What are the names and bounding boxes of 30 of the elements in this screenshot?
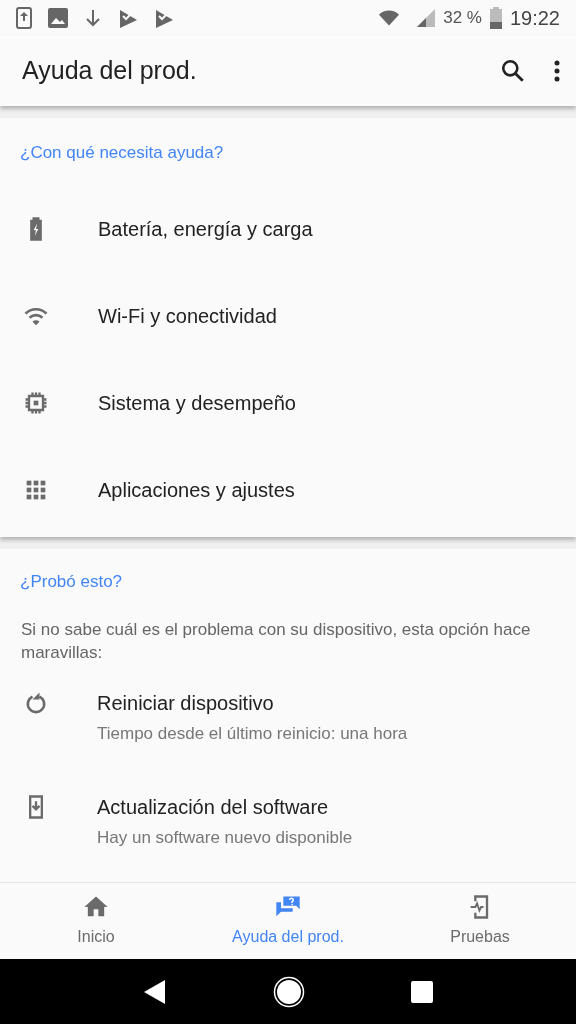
nav-tab[interactable]: Inicio	[0, 883, 192, 960]
upload-icon	[16, 6, 32, 29]
download-icon	[84, 7, 102, 28]
suggestion-subtitle: Tiempo desde el último reinicio: una hora	[97, 723, 408, 746]
battery-icon	[489, 6, 502, 29]
help-topic-item[interactable]: Wi-Fi y conectividad	[0, 272, 576, 360]
more-options-icon[interactable]	[554, 59, 560, 82]
check-flag-icon	[118, 7, 138, 28]
battery-percent: 32 %	[443, 6, 482, 29]
section-description: Si no sabe cuál es el problema con su dispositivo, esta opción hace maravillas:	[20, 619, 532, 665]
help-topic-item[interactable]: Aplicaciones y ajustes	[0, 446, 576, 534]
suggestion-subtitle: Hay un software nuevo disponible	[97, 827, 353, 850]
signal-icon	[417, 8, 436, 27]
search-icon[interactable]	[500, 57, 526, 84]
check-flag-icon	[154, 7, 174, 28]
section-heading: ¿Probó esto?	[19, 570, 124, 593]
app-title: Ayuda del prod.	[22, 55, 198, 87]
suggestion-item[interactable]: Reiniciar dispositivo Tiempo desde el último reinicio: una hora	[0, 674, 576, 779]
suggestion-title: Actualización del software	[97, 795, 330, 821]
suggestion-title: Reiniciar dispositivo	[97, 691, 275, 717]
section-heading: ¿Con qué necesita ayuda?	[19, 142, 225, 165]
nav-tab[interactable]: Pruebas	[384, 883, 576, 960]
recents-icon[interactable]	[411, 980, 433, 1003]
image-icon	[48, 7, 68, 28]
suggestion-item[interactable]: Actualización del software Hay un software nuevo disponible	[0, 778, 576, 883]
clock: 19:22	[509, 5, 560, 31]
help-topic-item[interactable]: Sistema y desempeño	[0, 359, 576, 447]
back-icon[interactable]	[143, 978, 167, 1005]
home-icon[interactable]	[273, 975, 305, 1008]
help-topic-item[interactable]: Batería, energía y carga	[0, 185, 576, 273]
